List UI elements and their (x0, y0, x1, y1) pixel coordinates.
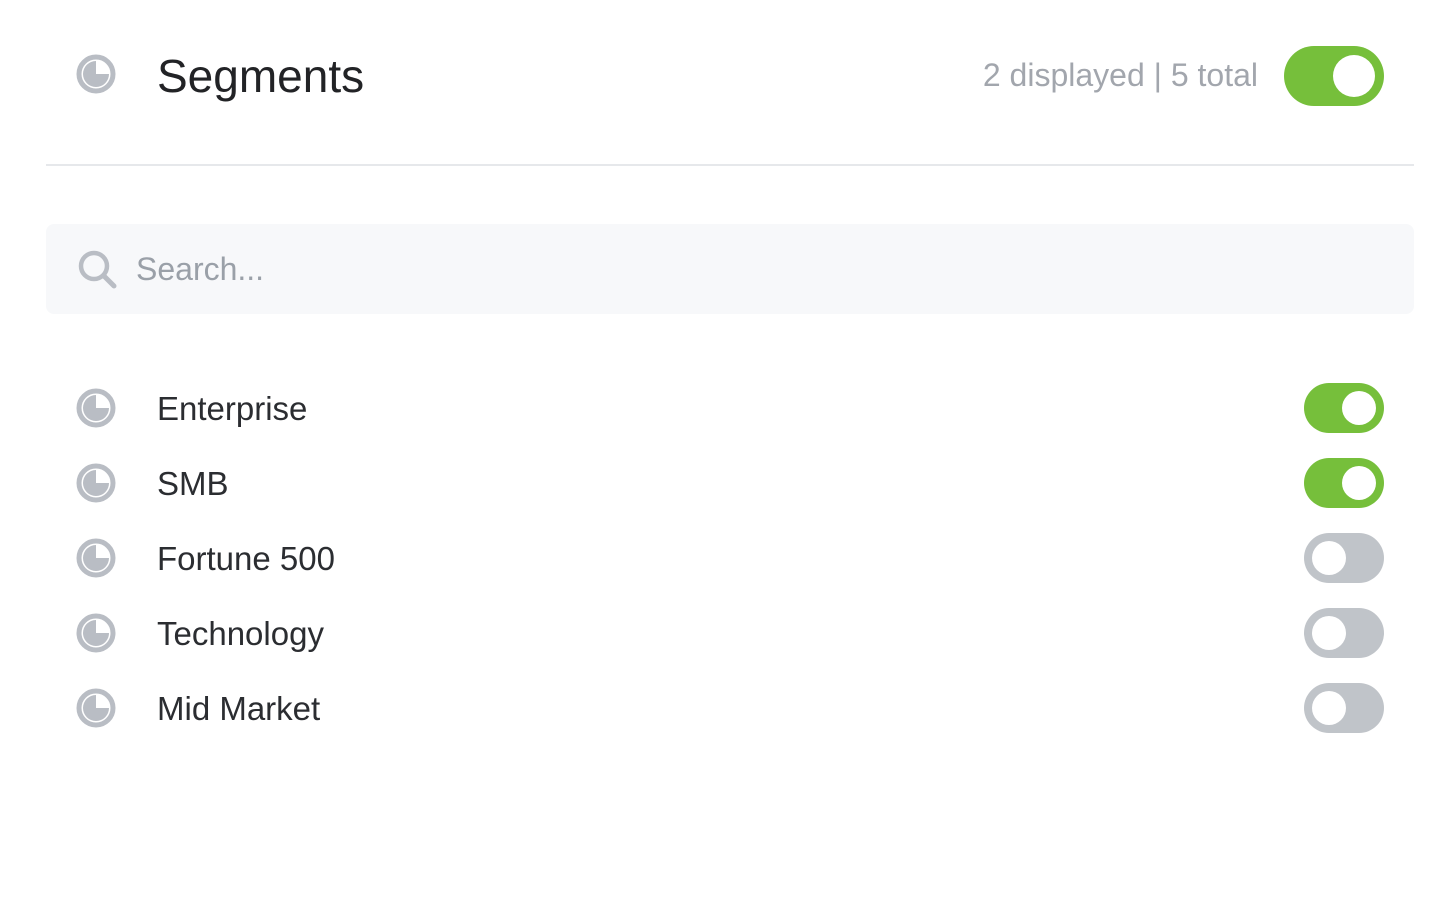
segment-toggle[interactable] (1304, 683, 1384, 733)
segment-pie-icon (76, 613, 116, 653)
segment-pie-icon (76, 388, 116, 428)
segments-count: 2 displayed | 5 total (982, 57, 1258, 93)
segment-toggle[interactable] (1304, 608, 1384, 658)
toggle-knob (1333, 55, 1375, 97)
segment-label: Fortune 500 (157, 540, 335, 577)
search-icon (78, 250, 117, 289)
segment-toggle[interactable] (1304, 458, 1384, 508)
search-input[interactable] (136, 244, 1376, 294)
segment-label: Mid Market (157, 690, 321, 727)
segment-pie-icon (76, 538, 116, 578)
segment-pie-icon (76, 54, 116, 94)
segment-row: Enterprise (46, 371, 1414, 446)
segment-label: Technology (157, 615, 324, 652)
master-toggle[interactable] (1284, 46, 1384, 106)
segment-list: Enterprise SMB Fortune 500 Technology Mi… (46, 371, 1414, 746)
toggle-knob (1312, 541, 1346, 575)
segment-pie-icon (76, 688, 116, 728)
segment-toggle[interactable] (1304, 533, 1384, 583)
segment-row: Technology (46, 596, 1414, 671)
segment-row: Mid Market (46, 671, 1414, 746)
page-title: Segments (157, 50, 365, 102)
segment-row: Fortune 500 (46, 521, 1414, 596)
segment-label: SMB (157, 465, 229, 502)
search-box (46, 224, 1414, 314)
segment-pie-icon (76, 463, 116, 503)
toggle-knob (1312, 691, 1346, 725)
segment-row: SMB (46, 446, 1414, 521)
segments-header: Segments 2 displayed | 5 total (46, 0, 1414, 166)
segment-label: Enterprise (157, 390, 308, 427)
toggle-knob (1342, 466, 1376, 500)
toggle-knob (1342, 391, 1376, 425)
segment-toggle[interactable] (1304, 383, 1384, 433)
toggle-knob (1312, 616, 1346, 650)
